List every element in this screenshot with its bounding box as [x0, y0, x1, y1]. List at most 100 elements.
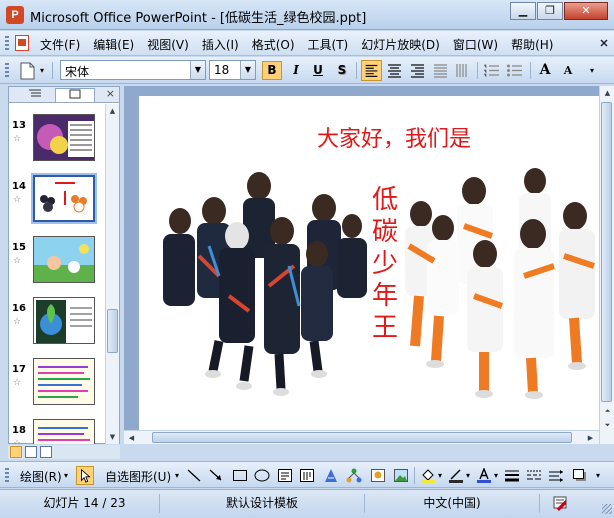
menu-tools[interactable]: 工具(T) [308, 36, 349, 53]
normal-view-icon[interactable] [10, 446, 22, 458]
tab-outline[interactable] [15, 88, 55, 102]
close-document-icon[interactable] [600, 39, 608, 47]
line-color-icon[interactable] [448, 468, 464, 483]
decrease-font-size-button[interactable]: A [558, 61, 578, 80]
italic-button[interactable]: I [286, 61, 306, 80]
chevron-down-icon[interactable]: ▼ [240, 61, 255, 79]
toolbar-grip-icon[interactable] [5, 36, 9, 51]
menu-window[interactable]: 窗口(W) [453, 36, 498, 53]
menu-insert[interactable]: 插入(I) [202, 36, 239, 53]
restore-button[interactable]: ❐ [537, 2, 563, 20]
menu-format[interactable]: 格式(O) [252, 36, 295, 53]
scrollbar-thumb[interactable] [601, 102, 612, 402]
font-size-combo[interactable]: 18 ▼ [209, 60, 256, 80]
slide-thumbnail[interactable] [33, 114, 95, 161]
bold-button[interactable]: B [262, 61, 282, 80]
next-slide-icon[interactable]: ⏷ [601, 418, 614, 432]
slide-canvas[interactable]: 大家好，我们是 低碳少年王 [139, 96, 599, 431]
scrollbar-thumb[interactable] [152, 432, 572, 443]
chevron-down-icon[interactable]: ▾ [40, 66, 48, 87]
slide-vertical-text[interactable]: 低碳少年王 [367, 184, 403, 344]
toolbar-options-icon[interactable]: ▾ [596, 471, 600, 480]
resize-grip-icon[interactable] [602, 504, 612, 514]
align-left-icon[interactable] [361, 60, 382, 81]
minimize-button[interactable]: ▁ [510, 2, 536, 20]
close-button[interactable]: ✕ [564, 2, 608, 20]
thumbnail-scrollbar[interactable]: ▲ ▼ [105, 104, 119, 444]
chevron-down-icon[interactable]: ▾ [64, 471, 68, 480]
chevron-down-icon[interactable]: ▾ [438, 471, 442, 480]
menu-file[interactable]: 文件(F) [40, 36, 80, 53]
insert-picture-icon[interactable] [393, 468, 409, 483]
close-icon[interactable]: × [106, 87, 115, 100]
menu-help[interactable]: 帮助(H) [511, 36, 553, 53]
new-document-icon[interactable] [16, 60, 38, 81]
vertical-text-box-icon[interactable] [299, 468, 315, 483]
slide-title-text[interactable]: 大家好，我们是 [317, 121, 471, 153]
select-pointer-icon[interactable] [76, 466, 94, 485]
thumbnail-item[interactable]: 15 ☆ [9, 234, 105, 294]
dash-style-icon[interactable] [526, 468, 542, 483]
increase-font-size-button[interactable]: A [535, 61, 555, 80]
language-status[interactable]: 中文(中国) [365, 494, 540, 513]
slide-thumbnail[interactable] [33, 297, 95, 344]
wordart-icon[interactable] [323, 468, 339, 483]
document-icon[interactable] [15, 35, 29, 51]
slide-thumbnail-selected[interactable] [31, 173, 97, 224]
scroll-down-icon[interactable]: ▼ [106, 430, 119, 444]
slide-thumbnail[interactable] [33, 419, 95, 444]
toolbar-grip-icon[interactable] [5, 63, 9, 78]
diagram-icon[interactable] [346, 468, 362, 483]
text-box-icon[interactable] [277, 468, 293, 483]
slide-horizontal-scrollbar[interactable]: ◀ ▶ [124, 430, 599, 444]
rectangle-tool-icon[interactable] [232, 468, 248, 483]
slide-vertical-scrollbar[interactable]: ▲ ⏶ ⏷ [599, 86, 614, 444]
thumbnail-item[interactable]: 13 ☆ [9, 112, 105, 172]
scroll-left-icon[interactable]: ◀ [125, 431, 138, 445]
underline-button[interactable]: U [308, 61, 328, 80]
draw-menu-button[interactable]: 绘图(R) [20, 468, 62, 485]
slide-thumbnail[interactable] [33, 236, 95, 283]
clip-art-icon[interactable] [370, 468, 386, 483]
text-direction-icon[interactable] [452, 60, 473, 81]
thumbnail-item[interactable]: 17 ☆ [9, 356, 105, 416]
tab-slides[interactable] [55, 88, 95, 102]
chevron-down-icon[interactable]: ▾ [466, 471, 470, 480]
fill-color-icon[interactable] [420, 468, 436, 483]
scroll-up-icon[interactable]: ▲ [601, 86, 614, 100]
distribute-icon[interactable] [430, 60, 451, 81]
arrow-style-icon[interactable] [548, 468, 564, 483]
chevron-down-icon[interactable]: ▾ [175, 471, 179, 480]
line-style-icon[interactable] [504, 468, 520, 483]
arrow-tool-icon[interactable] [208, 468, 224, 483]
previous-slide-icon[interactable]: ⏶ [601, 404, 614, 418]
font-name-combo[interactable]: 宋体 ▼ [60, 60, 206, 80]
chevron-down-icon[interactable]: ▾ [494, 471, 498, 480]
thumbnail-item[interactable]: 16 ☆ [9, 295, 105, 355]
numbered-list-icon[interactable] [481, 60, 502, 81]
line-tool-icon[interactable] [186, 468, 202, 483]
align-right-icon[interactable] [407, 60, 428, 81]
shadow-style-icon[interactable] [572, 468, 588, 483]
scroll-right-icon[interactable]: ▶ [584, 431, 597, 445]
toolbar-grip-icon[interactable] [5, 468, 9, 483]
chevron-down-icon[interactable]: ▼ [190, 61, 205, 79]
slideshow-view-icon[interactable] [40, 446, 52, 458]
align-center-icon[interactable] [384, 60, 405, 81]
thumbnail-item[interactable]: 18 ☆ [9, 417, 105, 444]
shadow-button[interactable]: S [332, 61, 352, 80]
thumbnail-item[interactable]: 14 ☆ [9, 173, 105, 233]
slide-thumbnail[interactable] [33, 358, 95, 405]
toolbar-options-icon[interactable]: ▾ [590, 66, 594, 87]
menu-view[interactable]: 视图(V) [147, 36, 189, 53]
menu-slideshow[interactable]: 幻灯片放映(D) [361, 36, 440, 53]
menu-edit[interactable]: 编辑(E) [93, 36, 134, 53]
font-color-icon[interactable] [476, 468, 492, 483]
spelling-check-icon[interactable] [552, 496, 570, 512]
slide-sorter-view-icon[interactable] [25, 446, 37, 458]
scrollbar-thumb[interactable] [107, 309, 118, 353]
design-template-status[interactable]: 默认设计模板 [160, 494, 365, 513]
autoshapes-menu-button[interactable]: 自选图形(U) [105, 468, 171, 485]
bulleted-list-icon[interactable] [504, 60, 525, 81]
scroll-up-icon[interactable]: ▲ [106, 104, 119, 118]
